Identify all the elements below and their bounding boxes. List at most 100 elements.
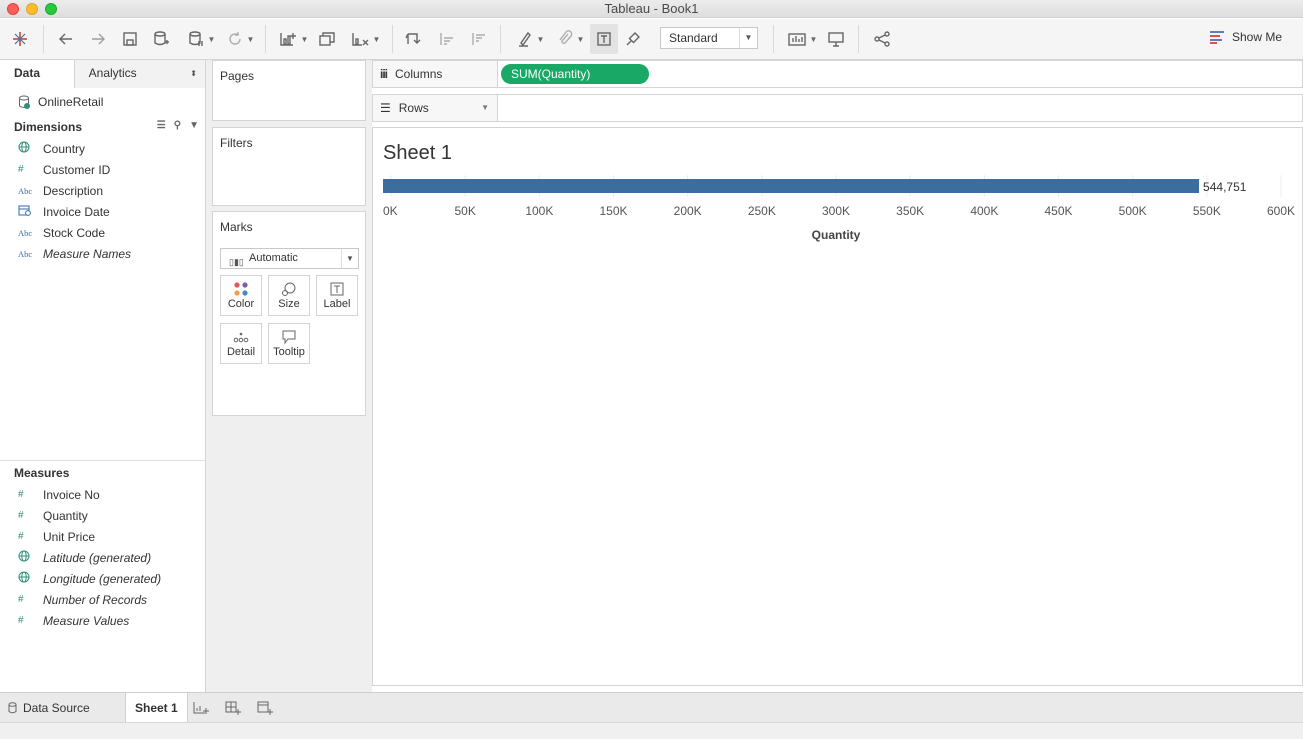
clear-sheet-icon[interactable]: ▼ (347, 27, 383, 51)
mark-type-value: Automatic (249, 252, 298, 264)
new-datasource-icon[interactable] (150, 27, 172, 51)
field-label: Description (43, 183, 104, 198)
field-item[interactable]: Abc Measure Names (0, 243, 205, 264)
filters-card[interactable]: Filters (212, 127, 366, 206)
tab-sheet-1[interactable]: Sheet 1 (125, 693, 188, 722)
sort-ascending-icon[interactable] (436, 27, 458, 51)
marks-title: Marks (220, 220, 253, 234)
chevron-down-icon: ▼ (341, 249, 358, 268)
datasource-item[interactable]: OnlineRetail (0, 88, 205, 116)
bar-quantity[interactable] (383, 179, 1200, 193)
tab-data[interactable]: Data (0, 60, 74, 88)
field-label: Number of Records (43, 592, 148, 607)
x-tick-label: 100K (525, 204, 553, 218)
new-worksheet-button[interactable] (192, 693, 210, 722)
close-window-button[interactable] (7, 3, 19, 15)
pause-updates-icon[interactable]: ▼ (183, 27, 219, 51)
field-item[interactable]: Longitude (generated) (0, 568, 205, 589)
columns-icon: iii (380, 67, 388, 81)
undo-icon[interactable] (55, 27, 77, 51)
field-item[interactable]: # Customer ID (0, 159, 205, 180)
field-item[interactable]: Abc Stock Code (0, 222, 205, 243)
number-icon: # (18, 489, 24, 500)
field-label: Unit Price (43, 529, 96, 544)
size-icon (282, 282, 296, 296)
field-label: Invoice No (43, 487, 100, 502)
refresh-icon[interactable]: ▼ (222, 27, 258, 51)
new-worksheet-icon (193, 701, 209, 714)
pages-card[interactable]: Pages (212, 60, 366, 121)
worksheet-view: Sheet 1 544,751 0K 50K 100K 150K 200K 250K 300K… (372, 127, 1303, 686)
sum-quantity-pill[interactable]: SUM(Quantity) (501, 64, 649, 84)
mark-type-dropdown[interactable]: ▯▮▯ Automatic ▼ (220, 248, 359, 269)
field-item[interactable]: Latitude (generated) (0, 547, 205, 568)
new-worksheet-icon[interactable]: ▼ (275, 27, 311, 51)
swap-icon[interactable] (402, 27, 424, 51)
measures-header: Measures (0, 462, 205, 484)
tooltip-icon (282, 330, 296, 345)
highlight-icon[interactable]: ▼ (512, 27, 548, 51)
chevron-down-icon: ▼ (481, 103, 489, 112)
maximize-window-button[interactable] (45, 3, 57, 15)
field-label: Customer ID (43, 162, 111, 177)
chart-type-icon[interactable]: ▼ (784, 27, 820, 51)
share-icon[interactable] (871, 27, 893, 51)
label-icon (330, 282, 344, 296)
marks-card: Marks ▯▮▯ Automatic ▼ Color Size Label D… (212, 211, 366, 416)
presentation-icon[interactable] (825, 27, 847, 51)
field-label: Quantity (43, 508, 88, 523)
rows-shelf[interactable]: ☰ Rows ▼ (372, 94, 1303, 122)
abc-icon: Abc (18, 227, 33, 238)
globe-icon (18, 141, 43, 156)
duplicate-sheet-icon[interactable] (316, 27, 338, 51)
field-item[interactable]: # Unit Price (0, 526, 205, 547)
fit-value: Standard (669, 31, 718, 45)
database-icon (8, 701, 17, 713)
group-icon[interactable]: ▼ (552, 27, 588, 51)
field-item[interactable]: # Measure Values (0, 610, 205, 631)
label-button[interactable]: Label (316, 275, 358, 316)
field-item[interactable]: Abc Description (0, 180, 205, 201)
x-tick-label: 500K (1119, 204, 1147, 218)
columns-shelf[interactable]: iii Columns SUM(Quantity) (372, 60, 1303, 88)
tab-analytics[interactable]: Analytics ⬍ (73, 60, 205, 88)
detail-button[interactable]: Detail (220, 323, 262, 364)
abc-icon: Abc (18, 248, 33, 259)
fit-dropdown[interactable]: Standard ▼ (660, 27, 758, 49)
color-label: Color (227, 298, 255, 310)
list-view-icon[interactable]: ☰ (157, 120, 166, 131)
status-bar (0, 722, 1303, 739)
pages-title: Pages (220, 69, 255, 83)
data-pane: Data Analytics ⬍ OnlineRetail Dimensions … (0, 60, 206, 692)
save-icon[interactable] (119, 27, 141, 51)
minimize-window-button[interactable] (26, 3, 38, 15)
show-me-label: Show Me (1232, 30, 1283, 44)
field-item[interactable]: # Number of Records (0, 589, 205, 610)
new-story-button[interactable] (256, 693, 274, 722)
pin-icon[interactable] (622, 27, 644, 51)
field-item[interactable]: Country (0, 138, 205, 159)
datasource-icon (19, 95, 30, 109)
window-title: Tableau - Book1 (604, 1, 699, 16)
tooltip-button[interactable]: Tooltip (268, 323, 310, 364)
x-axis-title: Quantity (812, 228, 861, 242)
color-button[interactable]: Color (220, 275, 262, 316)
sort-descending-icon[interactable] (468, 27, 490, 51)
new-story-icon (257, 701, 273, 715)
label-label: Label (323, 298, 351, 310)
field-label: Measure Values (43, 613, 130, 628)
show-me-button[interactable]: Show Me (1210, 30, 1282, 44)
size-button[interactable]: Size (268, 275, 310, 316)
redo-icon[interactable] (87, 27, 109, 51)
field-item[interactable]: # Invoice No (0, 484, 205, 505)
new-dashboard-button[interactable] (224, 693, 242, 722)
tableau-logo-icon[interactable] (8, 27, 32, 51)
field-item[interactable]: Invoice Date (0, 201, 205, 222)
tab-data-source[interactable]: Data Source (8, 693, 90, 722)
show-mark-labels-icon[interactable] (590, 24, 618, 54)
dimensions-title: Dimensions (14, 120, 83, 134)
search-icon[interactable]: ⚲ (174, 120, 181, 131)
chevron-down-icon[interactable]: ▼ (189, 120, 199, 131)
detail-label: Detail (226, 346, 256, 358)
field-item[interactable]: # Quantity (0, 505, 205, 526)
